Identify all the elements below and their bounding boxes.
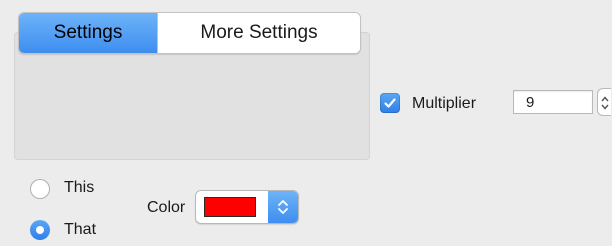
tab-settings[interactable]: Settings [19, 13, 157, 53]
color-swatch [204, 197, 256, 217]
radio-this-label: This [64, 179, 95, 196]
color-popup-arrows [268, 191, 298, 223]
stepper-arrows-icon [601, 96, 609, 110]
multiplier-label: Multiplier [412, 95, 477, 112]
radio-that[interactable] [30, 220, 50, 240]
radio-that-label: That [64, 221, 97, 238]
tab-bar: Settings More Settings [18, 12, 361, 54]
color-popup-button[interactable] [195, 190, 299, 224]
multiplier-field[interactable]: 9 [513, 90, 593, 114]
radio-this[interactable] [30, 179, 50, 199]
radio-dot [36, 226, 44, 234]
updown-arrows-icon [278, 200, 288, 214]
color-label: Color [147, 199, 186, 216]
checkmark-icon [384, 98, 396, 108]
multiplier-stepper[interactable] [597, 88, 611, 116]
tab-more-settings[interactable]: More Settings [157, 13, 360, 53]
multiplier-checkbox[interactable] [380, 93, 400, 113]
